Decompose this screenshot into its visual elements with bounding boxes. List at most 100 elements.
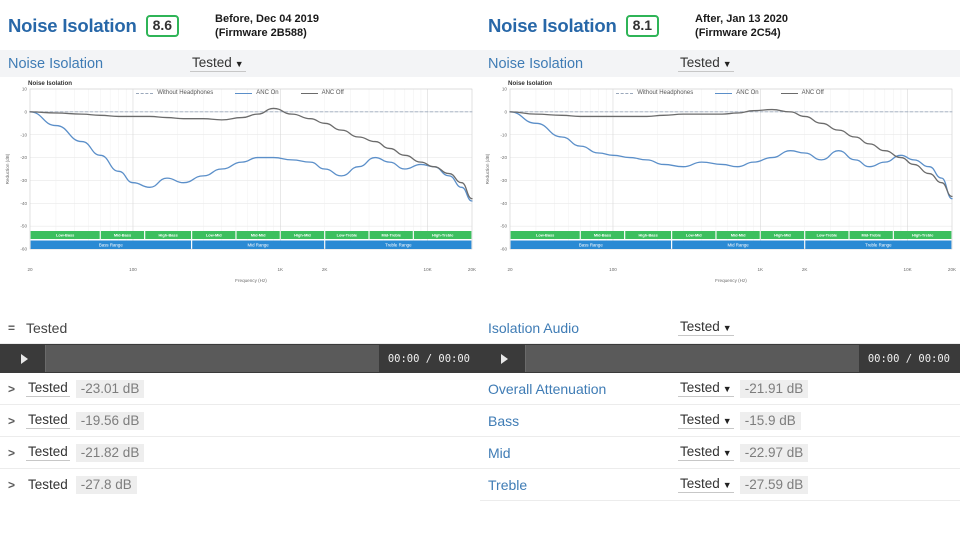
page-title: Noise Isolation (488, 15, 617, 37)
panel-header-after: Noise Isolation 8.1 After, Jan 13 2020 (… (480, 0, 960, 46)
row-test-dropdown[interactable]: Tested (26, 477, 70, 493)
test-date-label: After, Jan 13 2020 (Firmware 2C54) (695, 12, 788, 40)
row-test-dropdown-value: Tested (28, 444, 68, 459)
svg-text:Reduction (dB): Reduction (dB) (5, 153, 10, 184)
svg-text:High-Treble: High-Treble (912, 233, 934, 238)
row-expand-icon[interactable]: = (8, 321, 26, 335)
row-label: Overall Attenuation (488, 381, 678, 397)
firmware-line: (Firmware 2B588) (215, 26, 319, 40)
table-row[interactable]: Bass Tested▼ -15.9 dB (480, 405, 960, 437)
row-test-dropdown[interactable]: Tested▼ (678, 319, 734, 336)
row-test-dropdown[interactable]: Tested▼ (678, 380, 734, 397)
chart-title: Noise Isolation (28, 80, 72, 87)
svg-text:100: 100 (609, 267, 617, 272)
legend-anc-off: ANC Off (301, 90, 344, 96)
section-header-noise-isolation: Noise Isolation Tested▼ (0, 50, 480, 77)
chart-legend: Without Headphones ANC On ANC Off (0, 90, 480, 96)
chart-noise-isolation-before: Noise Isolation Without Headphones ANC O… (0, 77, 480, 312)
row-label: Treble (488, 477, 678, 493)
row-test-dropdown-value: Tested (680, 476, 720, 491)
section-test-dropdown-value: Tested (680, 55, 720, 70)
row-test-dropdown-value: Tested (28, 477, 68, 492)
svg-text:-60: -60 (500, 247, 507, 252)
svg-text:-60: -60 (20, 247, 27, 252)
svg-text:Mid-Mid: Mid-Mid (251, 233, 266, 238)
audio-progress-track[interactable] (45, 345, 379, 372)
section-header-noise-isolation: Noise Isolation Tested▼ (480, 50, 960, 77)
audio-progress-track[interactable] (525, 345, 859, 372)
row-test-dropdown[interactable]: Tested (26, 380, 70, 397)
row-expand-icon[interactable]: > (8, 382, 26, 396)
chart-title: Noise Isolation (508, 80, 552, 87)
row-value: -21.82 dB (76, 444, 145, 462)
table-row[interactable]: > Tested -19.56 dB (0, 405, 480, 437)
row-isolation-audio[interactable]: Isolation Audio Tested▼ (480, 312, 960, 344)
section-test-dropdown[interactable]: Tested▼ (678, 55, 734, 72)
audio-player-after[interactable]: 00:00 / 00:00 (480, 344, 960, 373)
audio-timecode: 00:00 / 00:00 (379, 345, 479, 372)
svg-text:Bass Range: Bass Range (99, 243, 123, 248)
chevron-down-icon: ▼ (723, 323, 732, 333)
legend-without-headphones: Without Headphones (136, 90, 213, 96)
test-date-label: Before, Dec 04 2019 (Firmware 2B588) (215, 12, 319, 40)
row-expand-icon[interactable]: > (8, 446, 26, 460)
table-row[interactable]: > Tested -23.01 dB (0, 373, 480, 405)
legend-without-headphones: Without Headphones (616, 90, 693, 96)
row-expand-icon[interactable]: > (8, 414, 26, 428)
audio-player-before[interactable]: 00:00 / 00:00 (0, 344, 480, 373)
svg-text:Low-Treble: Low-Treble (337, 233, 358, 238)
svg-text:100: 100 (129, 267, 137, 272)
svg-text:Low-Mid: Low-Mid (206, 233, 222, 238)
svg-text:Mid Range: Mid Range (248, 243, 270, 248)
svg-text:Mid-Treble: Mid-Treble (381, 233, 401, 238)
row-test-dropdown-value: Tested (28, 380, 68, 395)
legend-swatch-anc-off-icon (301, 93, 318, 94)
svg-text:High-Mid: High-Mid (294, 233, 311, 238)
svg-text:High-Bass: High-Bass (639, 233, 658, 238)
table-row[interactable]: > Tested -21.82 dB (0, 437, 480, 469)
table-row[interactable]: > Tested -27.8 dB (0, 469, 480, 501)
panel-after: Noise Isolation 8.1 After, Jan 13 2020 (… (480, 0, 960, 541)
svg-text:Low-Bass: Low-Bass (536, 233, 554, 238)
row-test-dropdown[interactable]: Tested▼ (678, 476, 734, 493)
comparison-page: Noise Isolation 8.6 Before, Dec 04 2019 … (0, 0, 960, 541)
score-badge: 8.6 (146, 15, 179, 37)
measurement-rows-before: = Tested 00:00 / 00:00 > Tested -23.01 d… (0, 312, 480, 501)
row-expand-icon[interactable]: > (8, 478, 26, 492)
measurement-rows-after: Isolation Audio Tested▼ 00:00 / 00:00 Ov… (480, 312, 960, 501)
legend-label-1: ANC On (256, 90, 278, 96)
svg-text:20K: 20K (468, 267, 477, 272)
chevron-down-icon: ▼ (235, 59, 244, 69)
row-label: Isolation Audio (488, 320, 678, 336)
row-test-dropdown[interactable]: Tested (26, 444, 70, 461)
panel-header-before: Noise Isolation 8.6 Before, Dec 04 2019 … (0, 0, 480, 46)
svg-text:2K: 2K (802, 267, 809, 272)
row-test-dropdown[interactable]: Tested▼ (678, 444, 734, 461)
row-test-dropdown-value: Tested (680, 444, 720, 459)
row-test-dropdown-value: Tested (28, 412, 68, 427)
table-row[interactable]: Treble Tested▼ -27.59 dB (480, 469, 960, 501)
legend-swatch-anc-off-icon (781, 93, 798, 94)
play-button[interactable] (1, 345, 45, 372)
svg-text:Low-Treble: Low-Treble (817, 233, 838, 238)
chevron-down-icon: ▼ (723, 416, 732, 426)
row-value: -21.91 dB (740, 380, 809, 398)
table-row[interactable]: Overall Attenuation Tested▼ -21.91 dB (480, 373, 960, 405)
section-test-dropdown-value: Tested (192, 55, 232, 70)
table-row[interactable]: Mid Tested▼ -22.97 dB (480, 437, 960, 469)
section-test-dropdown[interactable]: Tested▼ (190, 55, 246, 72)
svg-text:Treble Range: Treble Range (385, 243, 412, 248)
row-test-dropdown[interactable]: Tested (26, 412, 70, 429)
svg-text:High-Mid: High-Mid (774, 233, 791, 238)
play-button[interactable] (481, 345, 525, 372)
svg-text:-20: -20 (500, 155, 507, 160)
row-test-dropdown[interactable]: Tested▼ (678, 412, 734, 429)
svg-text:1K: 1K (758, 267, 765, 272)
legend-swatch-anc-on-icon (235, 93, 252, 94)
svg-text:Low-Mid: Low-Mid (686, 233, 702, 238)
svg-text:-30: -30 (20, 178, 27, 183)
svg-text:High-Treble: High-Treble (432, 233, 454, 238)
row-isolation-audio[interactable]: = Tested (0, 312, 480, 344)
panel-before: Noise Isolation 8.6 Before, Dec 04 2019 … (0, 0, 480, 541)
legend-swatch-dashed-icon (136, 93, 153, 94)
